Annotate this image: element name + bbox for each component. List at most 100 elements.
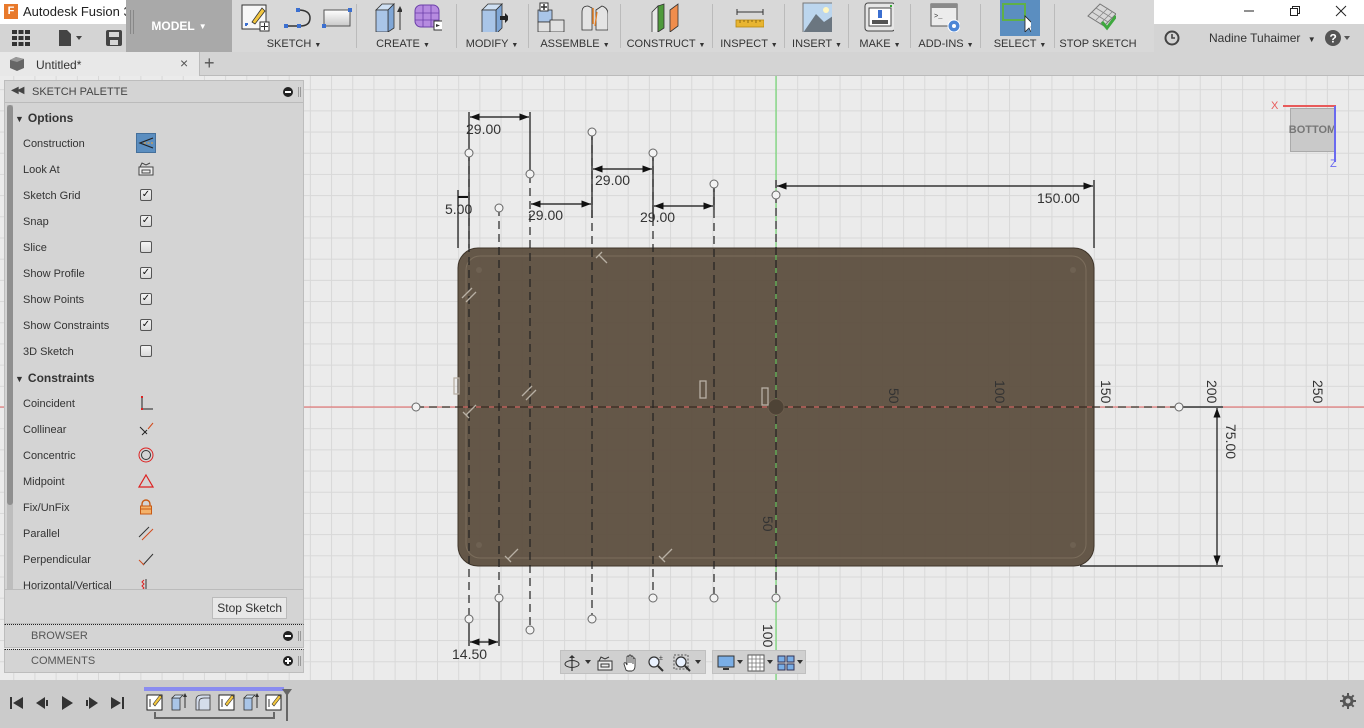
- data-panel-button[interactable]: [10, 28, 32, 48]
- new-component-icon[interactable]: [536, 2, 566, 32]
- sketch-point[interactable]: [464, 148, 474, 158]
- select-icon[interactable]: [1001, 2, 1031, 32]
- rectangle-icon[interactable]: [322, 2, 352, 32]
- sketch-point[interactable]: [587, 614, 597, 624]
- restore-button[interactable]: [1272, 0, 1318, 22]
- spline-icon[interactable]: [282, 2, 312, 32]
- sketch-point[interactable]: [1174, 402, 1184, 412]
- 3d-sketch-checkbox[interactable]: [136, 341, 156, 361]
- sketch-point[interactable]: [771, 190, 781, 200]
- display-settings-icon[interactable]: [717, 654, 735, 672]
- save-button[interactable]: [104, 28, 124, 48]
- timeline-settings-gear-icon[interactable]: [1339, 692, 1357, 710]
- play-icon[interactable]: [58, 694, 76, 712]
- ribbon-group-label[interactable]: CONSTRUCT: [627, 38, 696, 50]
- orbit-icon[interactable]: [563, 654, 581, 672]
- first-frame-icon[interactable]: [8, 694, 26, 712]
- timeline-extrude-icon[interactable]: [170, 692, 188, 712]
- file-menu-button[interactable]: [55, 28, 85, 48]
- checkbox-checked[interactable]: ✓: [140, 189, 152, 201]
- show-constraints-checkbox[interactable]: ✓: [136, 315, 156, 335]
- show-profile-checkbox[interactable]: ✓: [136, 263, 156, 283]
- ribbon-group-label[interactable]: SKETCH: [267, 38, 312, 50]
- collinear-button[interactable]: [136, 419, 156, 439]
- press-pull-icon[interactable]: [478, 2, 508, 32]
- expand-panel-icon[interactable]: [283, 656, 293, 666]
- dimension-label[interactable]: 29.00: [466, 121, 501, 137]
- checkbox-unchecked[interactable]: [140, 345, 152, 357]
- snap-checkbox[interactable]: ✓: [136, 211, 156, 231]
- sketch-grid-checkbox[interactable]: ✓: [136, 185, 156, 205]
- clock-icon[interactable]: [1164, 30, 1180, 46]
- stop-sketch-icon[interactable]: [1086, 2, 1116, 32]
- viewports-icon[interactable]: [777, 654, 795, 672]
- workspace-switcher[interactable]: MODEL ▼: [126, 0, 232, 52]
- dimension-label[interactable]: 29.00: [528, 207, 563, 223]
- dimension-label[interactable]: 75.00: [1223, 424, 1239, 459]
- fit-zoom-icon[interactable]: [673, 654, 691, 672]
- close-tab-icon[interactable]: ×: [180, 55, 188, 71]
- checkbox-unchecked[interactable]: [140, 241, 152, 253]
- checkbox-checked[interactable]: ✓: [140, 267, 152, 279]
- constraints-section-header[interactable]: ▼ Constraints: [15, 371, 95, 385]
- chevron-down-icon[interactable]: [797, 660, 803, 664]
- form-icon[interactable]: [412, 2, 442, 32]
- ribbon-group-label[interactable]: ASSEMBLE: [540, 38, 599, 50]
- concentric-button[interactable]: [136, 445, 156, 465]
- close-window-button[interactable]: [1318, 0, 1364, 22]
- minimize-panel-icon[interactable]: [283, 87, 293, 97]
- stop-sketch-button[interactable]: Stop Sketch: [212, 597, 287, 619]
- zoom-icon[interactable]: ±: [647, 654, 665, 672]
- dimension-label[interactable]: 29.00: [595, 172, 630, 188]
- ribbon-group-label[interactable]: INSPECT: [720, 38, 767, 50]
- panel-grip[interactable]: [298, 87, 301, 97]
- look-at-button[interactable]: [136, 159, 156, 179]
- parallel-button[interactable]: [136, 523, 156, 543]
- construction-toggle[interactable]: [136, 133, 156, 153]
- create-sketch-icon[interactable]: [240, 2, 270, 32]
- sketch-point[interactable]: [525, 625, 535, 635]
- document-tab[interactable]: Untitled* ×: [0, 52, 200, 76]
- sketch-point[interactable]: [494, 203, 504, 213]
- slice-checkbox[interactable]: [136, 237, 156, 257]
- palette-scrollbar[interactable]: [7, 105, 13, 589]
- offset-plane-icon[interactable]: [650, 2, 680, 32]
- extrude-icon[interactable]: [372, 2, 402, 32]
- dimension-label[interactable]: 14.50: [452, 646, 487, 662]
- sketch-point[interactable]: [587, 127, 597, 137]
- joint-icon[interactable]: [578, 2, 608, 32]
- measure-icon[interactable]: [734, 2, 764, 32]
- minimize-panel-icon[interactable]: [283, 631, 293, 641]
- next-step-icon[interactable]: [83, 694, 101, 712]
- checkbox-checked[interactable]: ✓: [140, 293, 152, 305]
- dimension-label[interactable]: 5.00: [445, 201, 472, 217]
- help-button[interactable]: ?: [1324, 29, 1352, 50]
- coincident-button[interactable]: [136, 393, 156, 413]
- chevron-down-icon[interactable]: [737, 660, 743, 664]
- sketch-point[interactable]: [648, 148, 658, 158]
- sketch-point[interactable]: [709, 593, 719, 603]
- sketch-point[interactable]: [771, 593, 781, 603]
- ribbon-group-label[interactable]: MODIFY: [466, 38, 509, 50]
- timeline-marker[interactable]: [282, 689, 292, 721]
- user-menu[interactable]: Nadine Tuhaimer ▼: [1209, 31, 1316, 45]
- timeline-sketch-icon[interactable]: [146, 692, 164, 712]
- sketch-point[interactable]: [494, 593, 504, 603]
- ribbon-group-label[interactable]: CREATE: [376, 38, 420, 50]
- timeline-extrude-icon[interactable]: [242, 692, 260, 712]
- look-at-icon[interactable]: [596, 654, 614, 672]
- ribbon-group-label[interactable]: MAKE: [859, 38, 890, 50]
- grid-settings-icon[interactable]: [747, 654, 765, 672]
- pan-hand-icon[interactable]: [621, 654, 639, 672]
- timeline-sketch-icon[interactable]: [265, 692, 283, 712]
- new-tab-button[interactable]: +: [204, 53, 215, 74]
- scripts-icon[interactable]: >_: [930, 2, 960, 32]
- insert-image-icon[interactable]: [802, 2, 832, 32]
- view-cube[interactable]: BOTTOM X Z: [1270, 96, 1350, 176]
- options-section-header[interactable]: ▼ Options: [15, 111, 73, 125]
- sketch-point[interactable]: [648, 593, 658, 603]
- checkbox-checked[interactable]: ✓: [140, 319, 152, 331]
- timeline-sketch-icon[interactable]: [218, 692, 236, 712]
- 3d-print-icon[interactable]: [864, 2, 894, 32]
- timeline-fillet-icon[interactable]: [194, 692, 212, 712]
